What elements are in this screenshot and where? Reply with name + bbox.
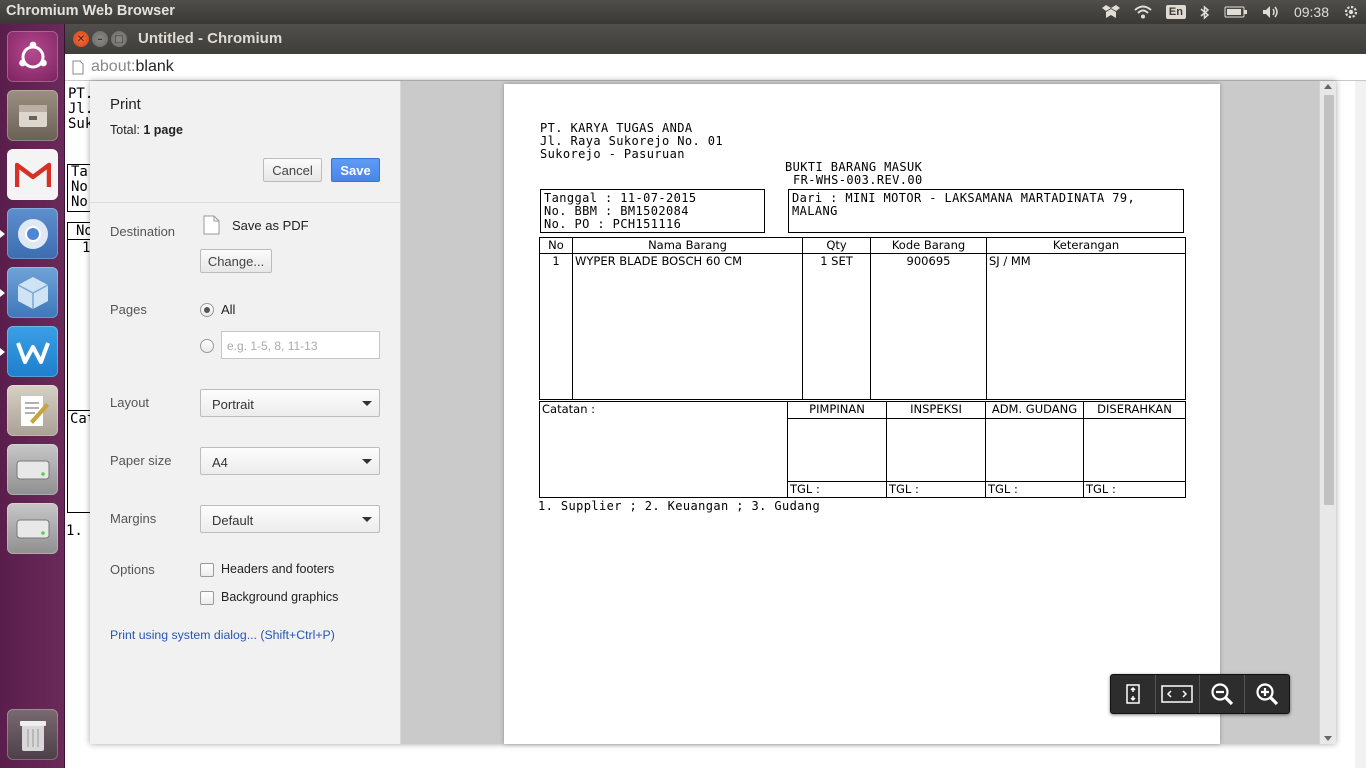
divider <box>90 202 400 203</box>
pages-label: Pages <box>110 302 147 317</box>
headers-footers-checkbox[interactable] <box>200 563 214 577</box>
files-icon[interactable] <box>7 90 58 141</box>
signature-table: Catatan : PIMPINAN INSPEKSI ADM. GUDANG … <box>539 401 1186 498</box>
print-settings-panel: Print Total: 1 page Cancel Save Destinat… <box>90 81 401 744</box>
volume-icon[interactable] <box>1262 5 1280 19</box>
window-title: Untitled - Chromium <box>138 30 283 47</box>
print-dialog: Print Total: 1 page Cancel Save Destinat… <box>90 81 1336 744</box>
text-editor-icon[interactable] <box>7 385 58 436</box>
fit-page-icon <box>1126 684 1140 704</box>
print-preview-area: PT. KARYA TUGAS ANDA Jl. Raya Sukorejo N… <box>401 81 1336 744</box>
margins-select[interactable]: Default <box>200 505 380 533</box>
maximize-window-button[interactable]: □ <box>111 31 127 47</box>
chevron-down-icon <box>362 401 372 406</box>
info-box-right: Dari : MINI MOTOR - LAKSAMANA MARTADINAT… <box>788 189 1184 233</box>
top-panel: Chromium Web Browser En 09:38 <box>0 0 1366 24</box>
change-destination-button[interactable]: Change... <box>200 249 272 273</box>
keyboard-layout-indicator[interactable]: En <box>1165 5 1186 19</box>
address-bar[interactable]: about:blank <box>65 54 1366 81</box>
copies-note: 1. Supplier ; 2. Keuangan ; 3. Gudang <box>538 499 821 513</box>
print-heading: Print <box>110 96 141 113</box>
trash-icon[interactable] <box>7 709 58 760</box>
preview-scrollbar[interactable] <box>1319 81 1336 744</box>
url-text[interactable]: about:blank <box>91 58 174 76</box>
fit-width-icon <box>1161 685 1193 703</box>
pages-all-label: All <box>221 302 236 317</box>
zoom-out-icon <box>1211 683 1233 706</box>
pdf-document-icon <box>203 215 220 238</box>
company-address-2: Sukorejo - Pasuruan <box>540 147 685 161</box>
window-titlebar[interactable]: ✕ – □ Untitled - Chromium <box>65 24 1366 54</box>
drive-icon[interactable] <box>7 444 58 495</box>
gmail-icon[interactable] <box>7 149 58 200</box>
system-tray: En 09:38 <box>1095 0 1366 24</box>
pages-custom-radio[interactable] <box>200 339 214 353</box>
company-header: PT. KARYA TUGAS ANDA Jl. Raya Sukorejo N… <box>540 122 723 161</box>
scroll-up-arrow-icon[interactable] <box>1324 84 1332 89</box>
pages-all-radio[interactable] <box>200 303 214 317</box>
close-window-button[interactable]: ✕ <box>73 31 89 47</box>
bg-table: No 1 <box>67 222 93 411</box>
dropbox-icon[interactable] <box>1101 5 1120 19</box>
zoom-toolbar <box>1110 674 1290 714</box>
zoom-out-button[interactable] <box>1200 675 1245 713</box>
fit-to-width-button[interactable] <box>1156 675 1200 713</box>
headers-footers-label: Headers and footers <box>221 562 335 576</box>
wifi-icon[interactable] <box>1134 5 1152 19</box>
items-table: No Nama Barang Qty Kode Barang Keteranga… <box>539 237 1186 400</box>
window-scrollbar[interactable] <box>1355 81 1366 768</box>
destination-value: Save as PDF <box>232 218 309 233</box>
unity-launcher <box>0 24 65 768</box>
virtualbox-cube-icon[interactable] <box>7 267 58 318</box>
options-label: Options <box>110 562 155 577</box>
layout-label: Layout <box>110 395 150 410</box>
paper-size-label: Paper size <box>110 453 172 468</box>
bg-info-box: Ta No No <box>67 164 91 212</box>
preview-page: PT. KARYA TUGAS ANDA Jl. Raya Sukorejo N… <box>504 84 1220 744</box>
system-dialog-link[interactable]: Print using system dialog... (Shift+Ctrl… <box>110 628 335 642</box>
bluetooth-icon[interactable] <box>1200 4 1210 20</box>
table-row: 1 WYPER BLADE BOSCH 60 CM 1 SET 900695 S… <box>539 253 1186 400</box>
background-graphics-checkbox[interactable] <box>200 591 214 605</box>
background-graphics-label: Background graphics <box>221 590 339 604</box>
items-header-row: No Nama Barang Qty Kode Barang Keteranga… <box>539 237 1186 254</box>
destination-label: Destination <box>110 224 176 239</box>
document-code: FR-WHS-003.REV.00 <box>793 173 923 187</box>
save-button[interactable]: Save <box>331 158 380 182</box>
settings-gear-icon[interactable] <box>1343 4 1359 20</box>
pages-range-input[interactable]: e.g. 1-5, 8, 11-13 <box>221 331 380 359</box>
chevron-down-icon <box>362 459 372 464</box>
margins-label: Margins <box>110 511 157 526</box>
cancel-button[interactable]: Cancel <box>263 158 322 182</box>
wps-writer-icon[interactable] <box>7 326 58 377</box>
page-total: Total: 1 page <box>110 123 183 137</box>
bg-notes-box: Cat <box>67 410 95 513</box>
fit-to-page-button[interactable] <box>1111 675 1156 713</box>
info-box-left: Tanggal : 11-07-2015 No. BBM : BM1502084… <box>540 189 765 233</box>
paper-size-select[interactable]: A4 <box>200 447 380 475</box>
active-app-title: Chromium Web Browser <box>6 3 175 19</box>
catatan-cell: Catatan : <box>539 401 788 498</box>
chevron-down-icon <box>362 517 372 522</box>
scrollbar-thumb[interactable] <box>1324 95 1334 505</box>
layout-select[interactable]: Portrait <box>200 389 380 417</box>
zoom-in-button[interactable] <box>1245 675 1289 713</box>
battery-icon[interactable] <box>1224 6 1248 18</box>
clock[interactable]: 09:38 <box>1294 4 1329 20</box>
drive-icon-2[interactable] <box>7 503 58 554</box>
page-document-icon <box>72 60 84 79</box>
minimize-window-button[interactable]: – <box>92 31 108 47</box>
scroll-down-arrow-icon[interactable] <box>1324 736 1332 741</box>
chromium-icon[interactable] <box>7 208 58 259</box>
zoom-in-icon <box>1256 683 1278 706</box>
dash-home-icon[interactable] <box>7 31 58 82</box>
